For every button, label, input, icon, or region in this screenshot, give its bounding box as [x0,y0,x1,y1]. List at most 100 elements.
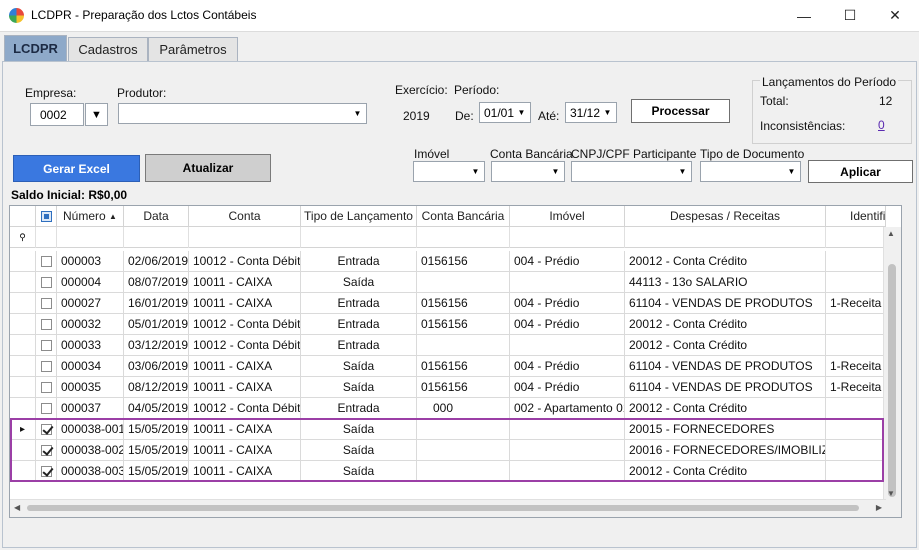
row-indicator[interactable]: ▸ [10,419,36,440]
row-indicator[interactable] [10,356,36,377]
cell-data[interactable]: 05/01/2019 [124,314,189,335]
cell-conta[interactable]: 10011 - CAIXA [189,293,301,314]
scroll-right-icon[interactable]: ▶ [876,503,882,512]
scroll-left-icon[interactable]: ◀ [14,503,20,512]
row-checkbox[interactable] [40,360,52,372]
cell-imovel[interactable]: 004 - Prédio [510,293,625,314]
cell-imovel[interactable]: 002 - Apartamento 01 [510,398,625,419]
cell-data[interactable]: 16/01/2019 [124,293,189,314]
filter-cell[interactable] [510,227,625,248]
cell-despesa[interactable]: 61104 - VENDAS DE PRODUTOS [625,377,826,398]
row-indicator[interactable] [10,335,36,356]
horizontal-scrollbar[interactable]: ◀ ▶ [10,499,886,517]
cell-tipo[interactable]: Saída [301,377,417,398]
cell-conta-bancaria[interactable]: 0156156 [417,314,510,335]
cell-tipo[interactable]: Saída [301,440,417,461]
cell-data[interactable]: 02/06/2019 [124,251,189,272]
cell-numero[interactable]: 000038-003 [57,461,124,482]
cell-imovel[interactable] [510,272,625,293]
cell-despesa[interactable]: 20012 - Conta Crédito [625,251,826,272]
cell-conta-bancaria[interactable] [417,440,510,461]
cell-identificador[interactable] [826,314,886,335]
cell-identificador[interactable] [826,398,886,419]
table-row[interactable]: 000035 08/12/2019 10011 - CAIXA Saída 015615… [10,377,886,398]
row-checkbox[interactable] [40,381,52,393]
table-row[interactable]: 000037 04/05/2019 10012 - Conta Débito Entr… [10,398,886,419]
cell-numero[interactable]: 000003 [57,251,124,272]
h-scrollbar-thumb[interactable] [27,505,859,511]
cell-data[interactable]: 15/05/2019 [124,440,189,461]
col-header-data[interactable]: Data [124,206,189,227]
table-row[interactable]: 000004 08/07/2019 10011 - CAIXA Saída 44113 … [10,272,886,293]
row-indicator[interactable] [10,377,36,398]
cell-despesa[interactable]: 20012 - Conta Crédito [625,398,826,419]
cell-despesa[interactable]: 61104 - VENDAS DE PRODUTOS [625,293,826,314]
cell-imovel[interactable]: 004 - Prédio [510,251,625,272]
cell-conta-bancaria[interactable]: 0156156 [417,251,510,272]
cell-data[interactable]: 03/12/2019 [124,335,189,356]
cell-conta[interactable]: 10012 - Conta Débito [189,251,301,272]
cell-conta-bancaria[interactable] [417,272,510,293]
cell-identificador[interactable]: 1-Receita c [826,293,886,314]
col-header-imovel[interactable]: Imóvel [510,206,625,227]
col-header-conta-bancaria[interactable]: Conta Bancária [417,206,510,227]
row-indicator[interactable] [10,398,36,419]
cell-numero[interactable]: 000004 [57,272,124,293]
periodo-de-select[interactable]: 01/01 ▼ [479,102,531,123]
row-checkbox[interactable] [40,276,52,288]
cell-numero[interactable]: 000034 [57,356,124,377]
cell-imovel[interactable] [510,440,625,461]
cell-tipo[interactable]: Entrada [301,314,417,335]
cell-tipo[interactable]: Saída [301,461,417,482]
periodo-ate-select[interactable]: 31/12 ▼ [565,102,617,123]
scroll-down-icon[interactable]: ▼ [887,489,895,498]
row-checkbox[interactable] [40,465,52,477]
table-row[interactable]: 000032 05/01/2019 10012 - Conta Débito Entr… [10,314,886,335]
cnpj-filter-select[interactable]: ▼ [571,161,692,182]
cell-conta[interactable]: 10011 - CAIXA [189,461,301,482]
cell-numero[interactable]: 000033 [57,335,124,356]
row-indicator[interactable] [10,251,36,272]
col-header-conta[interactable]: Conta [189,206,301,227]
cell-conta-bancaria[interactable]: 0156156 [417,356,510,377]
cell-numero[interactable]: 000035 [57,377,124,398]
table-row[interactable]: 000038-002 15/05/2019 10011 - CAIXA Saída 20… [10,440,886,461]
row-checkbox[interactable] [40,255,52,267]
imovel-filter-select[interactable]: ▼ [413,161,485,182]
cell-tipo[interactable]: Entrada [301,398,417,419]
table-row[interactable]: 000034 03/06/2019 10011 - CAIXA Saída 015615… [10,356,886,377]
col-header-numero[interactable]: Número ▲ [57,206,124,227]
select-all-checkbox[interactable] [36,206,57,227]
cell-identificador[interactable] [826,251,886,272]
row-indicator[interactable] [10,461,36,482]
cell-data[interactable]: 04/05/2019 [124,398,189,419]
cell-numero[interactable]: 000038-001 [57,419,124,440]
cell-data[interactable]: 08/07/2019 [124,272,189,293]
gerar-excel-button[interactable]: Gerar Excel [13,155,140,182]
row-checkbox[interactable] [40,402,52,414]
table-row[interactable]: ▸ 000038-001 15/05/2019 10011 - CAIXA Saída 2… [10,419,886,440]
cell-tipo[interactable]: Entrada [301,335,417,356]
conta-bancaria-filter-select[interactable]: ▼ [491,161,565,182]
cell-conta-bancaria[interactable]: 000 [417,398,510,419]
cell-imovel[interactable] [510,461,625,482]
cell-despesa[interactable]: 20016 - FORNECEDORES/IMOBILIZADO [625,440,826,461]
cell-identificador[interactable] [826,335,886,356]
cell-conta-bancaria[interactable] [417,335,510,356]
tipo-documento-filter-select[interactable]: ▼ [700,161,801,182]
cell-identificador[interactable] [826,272,886,293]
cell-identificador[interactable]: 1-Receita c [826,356,886,377]
col-header-identificador[interactable]: Identificad [826,206,886,227]
cell-despesa[interactable]: 20012 - Conta Crédito [625,314,826,335]
cell-despesa[interactable]: 61104 - VENDAS DE PRODUTOS [625,356,826,377]
filter-cell[interactable] [57,227,124,248]
processar-button[interactable]: Processar [631,99,730,123]
cell-imovel[interactable] [510,419,625,440]
row-checkbox[interactable] [40,423,52,435]
cell-data[interactable]: 03/06/2019 [124,356,189,377]
tab-parametros[interactable]: Parâmetros [148,37,238,61]
cell-despesa[interactable]: 20012 - Conta Crédito [625,461,826,482]
close-button[interactable]: ✕ [872,0,918,31]
col-header-despesas[interactable]: Despesas / Receitas [625,206,826,227]
aplicar-button[interactable]: Aplicar [808,160,913,183]
